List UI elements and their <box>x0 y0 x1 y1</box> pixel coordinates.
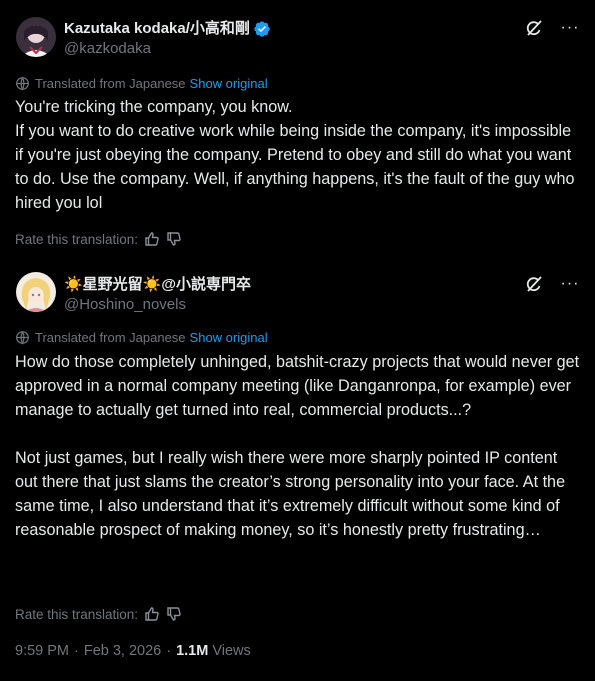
avatar[interactable] <box>16 272 56 312</box>
main-post-header: Kazutaka kodaka/小高和剛 @kazkodaka ··· <box>0 0 595 70</box>
post-time[interactable]: 9:59 PM <box>15 643 69 659</box>
main-post: Kazutaka kodaka/小高和剛 @kazkodaka ··· Tran… <box>0 0 595 252</box>
author-names: ☀️星野光留☀️@小説専門卒 @Hoshino_novels <box>64 275 251 315</box>
post-date[interactable]: Feb 3, 2026 <box>84 643 161 659</box>
translated-label: Translated from Japanese <box>35 330 186 345</box>
more-icon[interactable]: ··· <box>559 17 581 39</box>
post-text: How do those completely unhinged, batshi… <box>15 353 580 539</box>
avatar[interactable] <box>16 17 56 57</box>
second-post-header: ☀️星野光留☀️@小説専門卒 @Hoshino_novels ··· <box>0 252 595 322</box>
views-count[interactable]: 1.1M <box>176 643 208 659</box>
translate-icon <box>15 76 30 91</box>
thumbs-up-icon[interactable] <box>144 606 160 622</box>
show-original-link[interactable]: Show original <box>190 330 268 345</box>
rate-translation: Rate this translation: <box>15 606 182 622</box>
rate-translation-label: Rate this translation: <box>15 606 139 622</box>
post-actions: ··· <box>523 273 581 295</box>
show-original-link[interactable]: Show original <box>190 76 268 91</box>
author-display-name[interactable]: Kazutaka kodaka/小高和剛 <box>64 19 250 39</box>
thumbs-down-icon[interactable] <box>166 231 182 247</box>
meta-separator: · <box>74 643 79 659</box>
grok-icon[interactable] <box>523 17 545 39</box>
post-text: You're tricking the company, you know. I… <box>15 98 575 212</box>
author-handle[interactable]: @kazkodaka <box>64 39 271 59</box>
translation-notice: Translated from Japanese Show original <box>15 330 268 345</box>
author-names: Kazutaka kodaka/小高和剛 @kazkodaka <box>64 19 271 59</box>
post-meta: 9:59 PM · Feb 3, 2026 · 1.1M Views <box>15 643 251 659</box>
author-display-name-row[interactable]: Kazutaka kodaka/小高和剛 <box>64 19 271 39</box>
post-actions: ··· <box>523 17 581 39</box>
author-handle[interactable]: @Hoshino_novels <box>64 295 251 315</box>
rate-translation-label: Rate this translation: <box>15 231 139 247</box>
rate-translation: Rate this translation: <box>15 231 182 247</box>
thumbs-up-icon[interactable] <box>144 231 160 247</box>
translate-icon <box>15 330 30 345</box>
thumbs-down-icon[interactable] <box>166 606 182 622</box>
second-post: ☀️星野光留☀️@小説専門卒 @Hoshino_novels ··· Trans… <box>0 252 595 681</box>
translated-label: Translated from Japanese <box>35 76 186 91</box>
meta-separator: · <box>166 643 172 659</box>
translation-notice: Translated from Japanese Show original <box>15 76 268 91</box>
more-icon[interactable]: ··· <box>559 273 581 295</box>
author-display-name[interactable]: ☀️星野光留☀️@小説専門卒 <box>64 275 251 295</box>
author-display-name-row[interactable]: ☀️星野光留☀️@小説専門卒 <box>64 275 251 295</box>
verified-badge-icon <box>253 20 271 38</box>
grok-icon[interactable] <box>523 273 545 295</box>
views-label: Views <box>212 643 251 659</box>
